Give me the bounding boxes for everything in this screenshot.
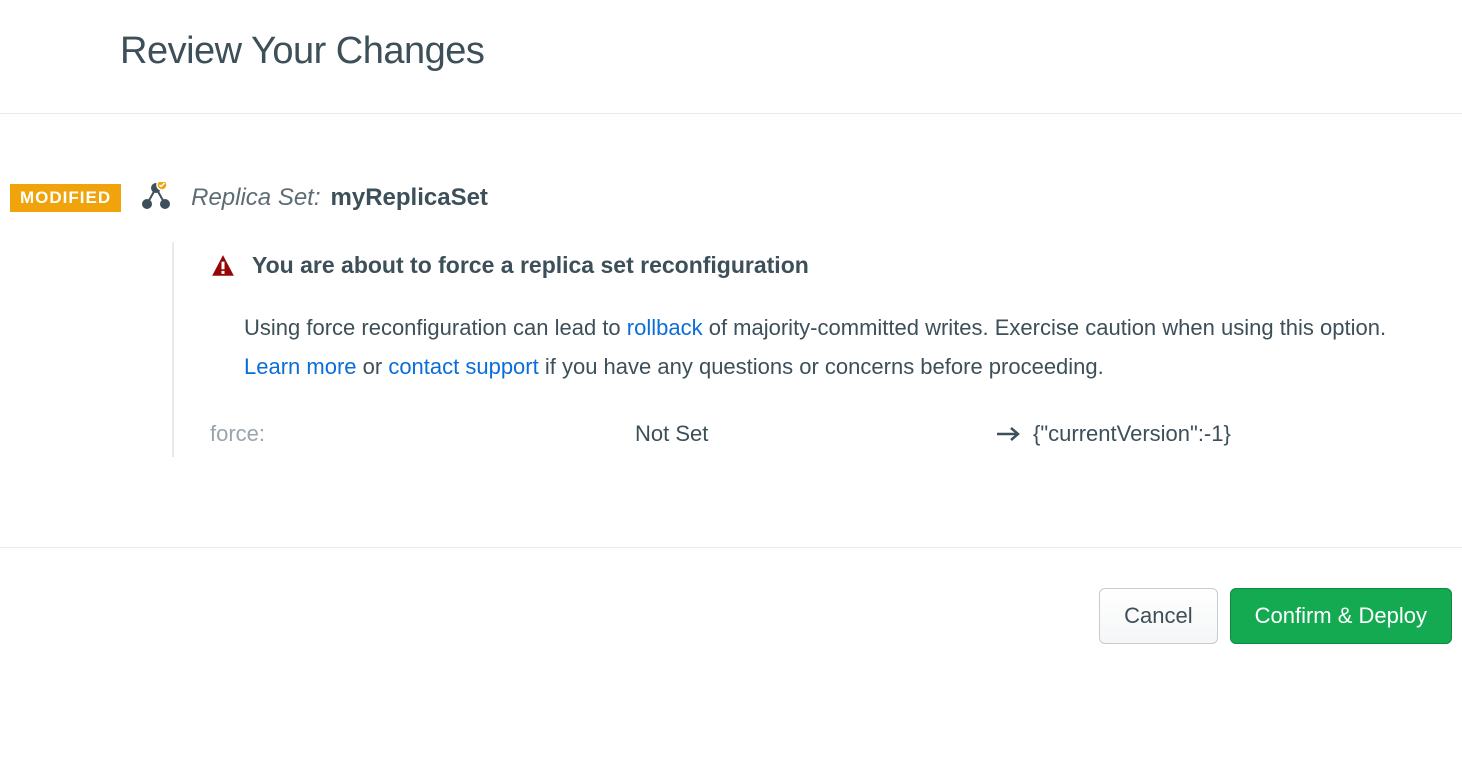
warning-title: You are about to force a replica set rec… xyxy=(252,252,809,279)
page-title: Review Your Changes xyxy=(120,30,1462,73)
learn-more-link[interactable]: Learn more xyxy=(244,354,357,379)
footer-actions: Cancel Confirm & Deploy xyxy=(0,547,1462,674)
warning-text-2: of majority-committed writes. Exercise c… xyxy=(703,315,1387,340)
modified-badge: MODIFIED xyxy=(10,184,121,212)
diff-old-value: Not Set xyxy=(635,421,995,447)
warning-text-4: if you have any questions or concerns be… xyxy=(539,354,1104,379)
warning-header: You are about to force a replica set rec… xyxy=(210,252,1452,279)
warning-text-3: or xyxy=(357,354,389,379)
replica-name: myReplicaSet xyxy=(331,184,488,212)
replica-set-icon xyxy=(141,182,171,210)
confirm-deploy-button[interactable]: Confirm & Deploy xyxy=(1230,588,1452,644)
replica-type-label: Replica Set: xyxy=(191,184,320,212)
arrow-right-icon xyxy=(995,425,1021,443)
warning-text-1: Using force reconfiguration can lead to xyxy=(244,315,627,340)
content-area: MODIFIED Replica Set: myReplicaSet xyxy=(0,114,1462,547)
diff-new-value: {"currentVersion":-1} xyxy=(1033,421,1231,447)
page-header: Review Your Changes xyxy=(0,0,1462,114)
diff-row: force: Not Set {"currentVersion":-1} xyxy=(210,421,1452,447)
warning-icon xyxy=(210,253,236,279)
replica-header: Replica Set: myReplicaSet xyxy=(191,184,488,212)
change-row: MODIFIED Replica Set: myReplicaSet xyxy=(10,184,1452,242)
warning-body: Using force reconfiguration can lead to … xyxy=(244,309,1434,386)
diff-label: force: xyxy=(210,421,635,447)
rollback-link[interactable]: rollback xyxy=(627,315,703,340)
contact-support-link[interactable]: contact support xyxy=(388,354,538,379)
cancel-button[interactable]: Cancel xyxy=(1099,588,1217,644)
change-details: You are about to force a replica set rec… xyxy=(172,242,1452,457)
